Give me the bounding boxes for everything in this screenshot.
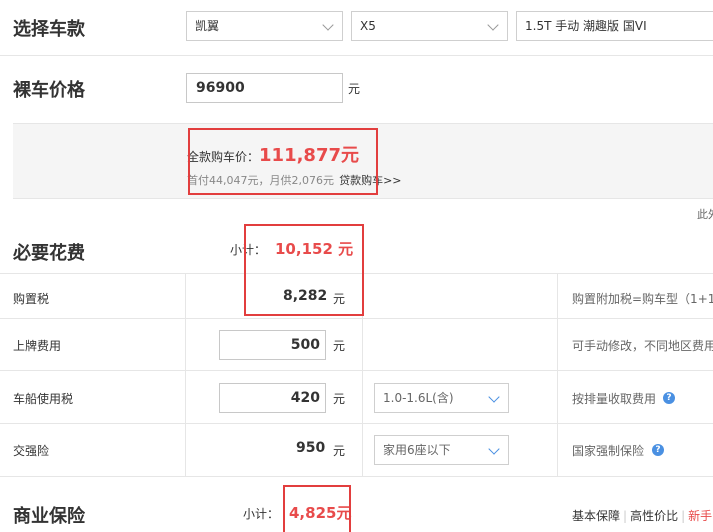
help-icon[interactable]: ? <box>663 392 675 404</box>
chevron-down-icon <box>488 391 500 403</box>
tab-separator: | <box>623 509 628 523</box>
chevron-down-icon <box>487 19 499 31</box>
plate-fee-note: 可手动修改，不同地区费用 <box>572 339 713 353</box>
tab-basic[interactable]: 基本保障 <box>572 509 620 523</box>
highlight-box-full-price <box>188 128 378 195</box>
vehicle-tax-note: 按排量收取费用 <box>572 392 657 406</box>
required-title: 必要花费 <box>13 243 85 264</box>
seat-type-select-value: 家用6座以下 <box>383 443 451 457</box>
brand-select-value: 凯翼 <box>195 19 220 33</box>
brand-select[interactable]: 凯翼 <box>186 11 343 41</box>
divider <box>0 55 713 56</box>
displacement-select[interactable]: 1.0-1.6L(含) <box>374 383 509 413</box>
vehicle-tax-value: 420 <box>290 390 320 406</box>
vehicle-tax-input[interactable]: 420 <box>219 383 326 413</box>
compulsory-insurance-value: 950 <box>296 440 326 456</box>
row-label-compulsory-insurance: 交强险 <box>13 444 50 458</box>
bare-price-title: 裸车价格 <box>13 80 85 101</box>
row-label-purchase-tax: 购置税 <box>13 292 50 306</box>
model-select[interactable]: X5 <box>351 11 508 41</box>
version-select[interactable]: 1.5T 手动 潮趣版 国VI <box>516 11 713 41</box>
plate-fee-unit: 元 <box>333 339 346 353</box>
extra-note: 此外 <box>697 208 713 221</box>
col-divider-1 <box>185 273 186 476</box>
seat-type-select[interactable]: 家用6座以下 <box>374 435 509 465</box>
chevron-down-icon <box>488 443 500 455</box>
tab-value[interactable]: 高性价比 <box>630 509 678 523</box>
plate-fee-value: 500 <box>290 337 320 353</box>
plate-fee-input[interactable]: 500 <box>219 330 326 360</box>
bare-price-input[interactable]: 96900 <box>186 73 343 103</box>
insurance-title: 商业保险 <box>13 506 85 527</box>
row-label-vehicle-tax: 车船使用税 <box>13 392 74 406</box>
version-select-value: 1.5T 手动 潮趣版 国VI <box>525 19 647 33</box>
bare-price-unit: 元 <box>348 82 361 96</box>
help-icon[interactable]: ? <box>652 444 664 456</box>
tab-separator: | <box>681 509 686 523</box>
row-divider <box>0 423 713 424</box>
compulsory-insurance-unit: 元 <box>333 444 346 458</box>
highlight-box-insurance <box>283 485 351 532</box>
bare-price-value: 96900 <box>196 80 245 96</box>
select-car-title: 选择车款 <box>13 19 85 40</box>
highlight-box-required <box>244 224 364 316</box>
insurance-plan-tabs: 基本保障 | 高性价比 | 新手 <box>572 505 712 524</box>
displacement-select-value: 1.0-1.6L(含) <box>383 391 454 405</box>
col-divider-3 <box>557 273 558 476</box>
purchase-tax-note: 购置附加税=购车型（1+1 <box>572 292 713 306</box>
insurance-subtotal-label: 小计： <box>243 507 280 521</box>
row-label-plate-fee: 上牌费用 <box>13 339 62 353</box>
chevron-down-icon <box>322 19 334 31</box>
row-divider <box>0 370 713 371</box>
vehicle-tax-unit: 元 <box>333 392 346 406</box>
table-bottom-border <box>0 476 713 477</box>
compulsory-insurance-note: 国家强制保险 <box>572 444 645 458</box>
row-divider <box>0 318 713 319</box>
tab-novice[interactable]: 新手 <box>688 509 712 523</box>
model-select-value: X5 <box>360 19 376 33</box>
